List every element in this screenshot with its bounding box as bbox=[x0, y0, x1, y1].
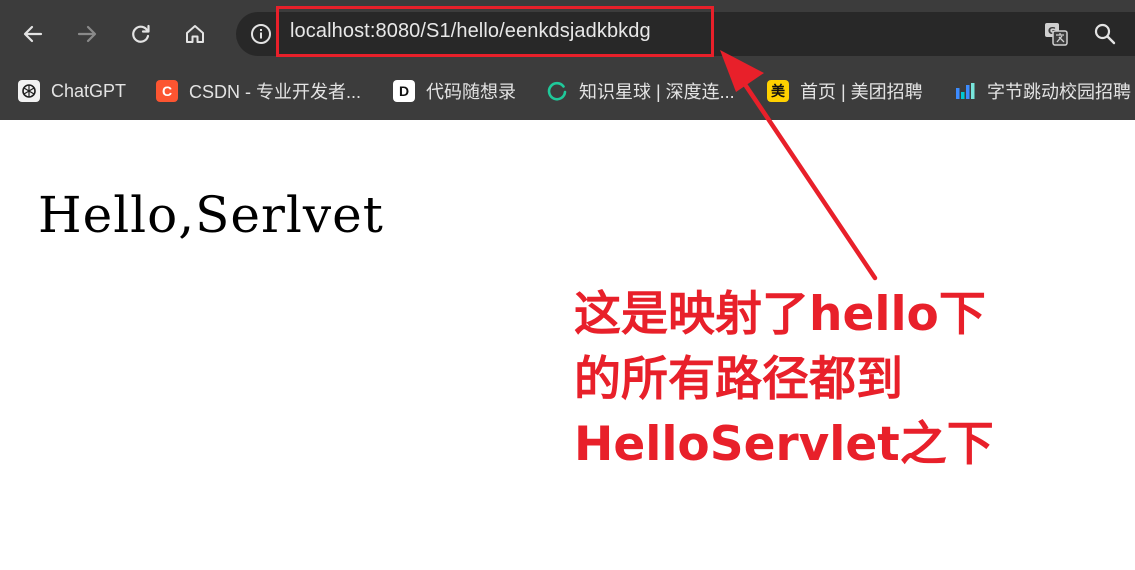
bookmark-chatgpt[interactable]: ChatGPT bbox=[18, 78, 126, 104]
bookmark-meituan[interactable]: 美 首页 | 美团招聘 bbox=[767, 78, 923, 104]
bookmark-label: 首页 | 美团招聘 bbox=[800, 82, 923, 102]
bookmark-dmsxl[interactable]: D 代码随想录 bbox=[393, 78, 516, 104]
bookmark-label: 代码随想录 bbox=[426, 82, 516, 102]
bookmark-csdn[interactable]: C CSDN - 专业开发者... bbox=[156, 78, 361, 104]
zoom-icon[interactable] bbox=[1092, 21, 1118, 47]
dmsxl-icon: D bbox=[393, 80, 415, 102]
chatgpt-icon bbox=[18, 80, 40, 102]
csdn-icon: C bbox=[156, 80, 178, 102]
bookmark-label: ChatGPT bbox=[51, 80, 127, 101]
info-icon[interactable] bbox=[250, 23, 272, 45]
annotation-line: 这是映射了hello下 bbox=[574, 287, 986, 342]
reload-icon[interactable] bbox=[124, 17, 158, 51]
bookmark-label: 字节跳动校园招聘 bbox=[987, 82, 1131, 102]
back-icon[interactable] bbox=[16, 17, 50, 51]
annotation-line: HelloServlet之下 bbox=[574, 417, 994, 472]
meituan-icon: 美 bbox=[767, 80, 789, 102]
bookmark-bytedance[interactable]: 字节跳动校园招聘 bbox=[954, 78, 1131, 104]
bookmark-label: CSDN - 专业开发者... bbox=[189, 82, 362, 102]
forward-icon[interactable] bbox=[70, 17, 104, 51]
browser-toolbar: localhost:8080/S1/hello/eenkdsjadkbkdg G bbox=[0, 0, 1135, 68]
bookmark-label: 知识星球 | 深度连... bbox=[579, 82, 735, 102]
translate-icon[interactable]: G bbox=[1043, 21, 1069, 47]
annotation-text: 这是映射了hello下 的所有路径都到 HelloServlet之下 bbox=[574, 282, 1114, 477]
page-content-text: Hello,Serlvet bbox=[38, 186, 384, 244]
annotation-line: 的所有路径都到 bbox=[574, 352, 903, 407]
bookmark-zsxq[interactable]: 知识星球 | 深度连... bbox=[546, 78, 735, 104]
url-highlight-box bbox=[276, 6, 714, 57]
bytedance-icon bbox=[954, 80, 976, 102]
home-icon[interactable] bbox=[178, 17, 212, 51]
zsxq-icon bbox=[546, 80, 568, 102]
